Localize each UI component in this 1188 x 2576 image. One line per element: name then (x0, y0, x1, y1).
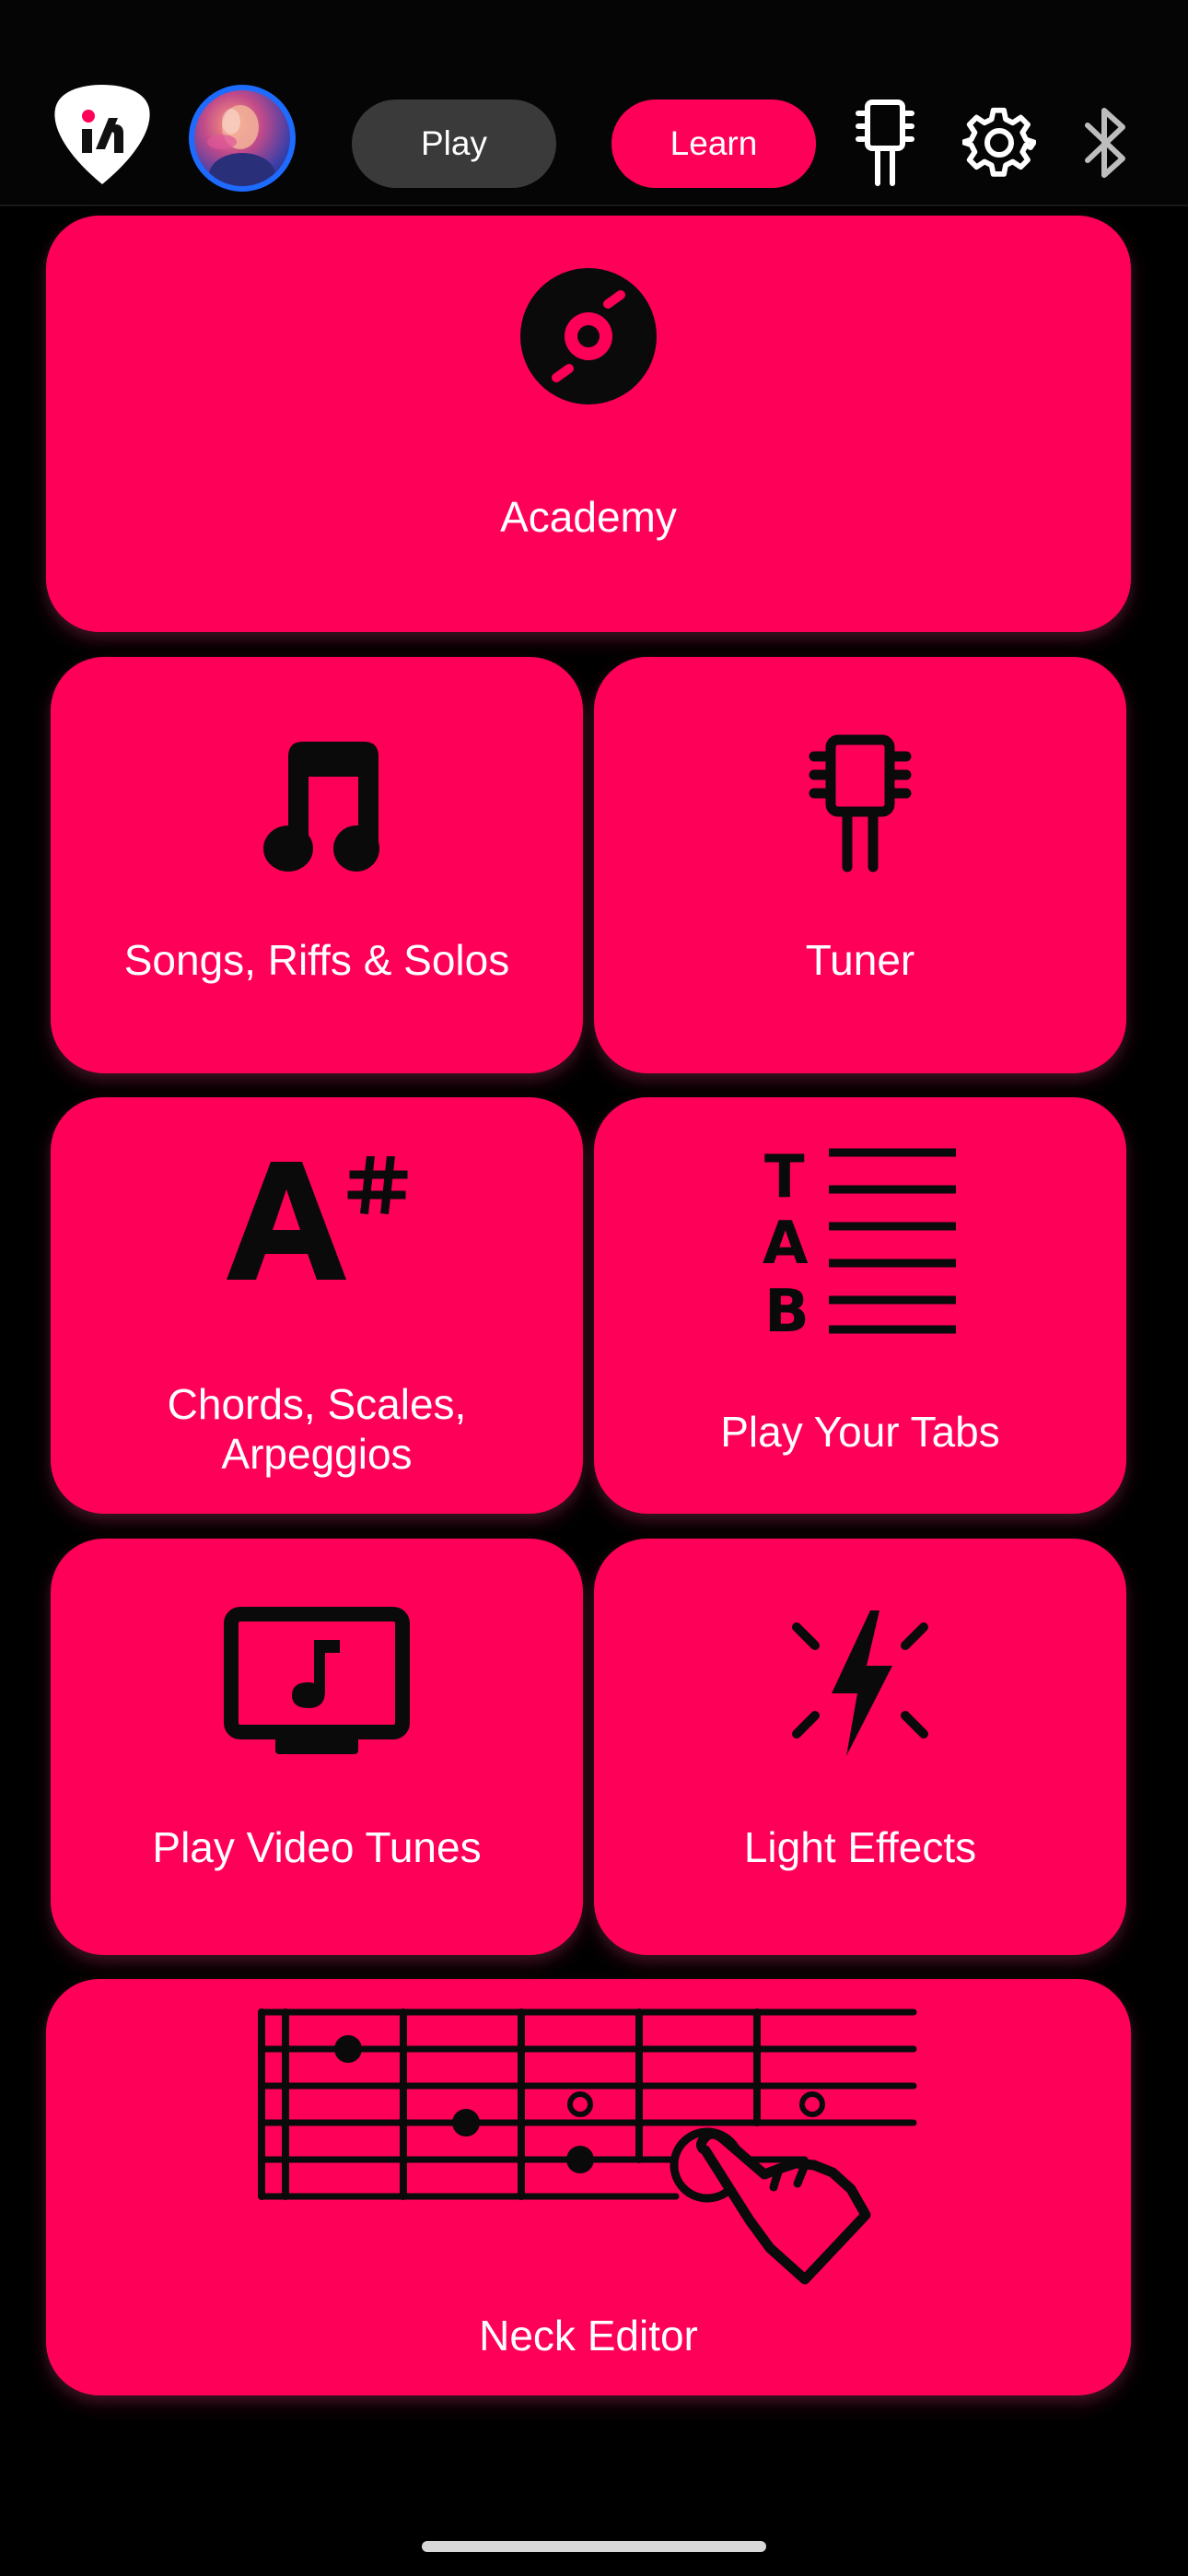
tabs-label: Play Your Tabs (720, 1408, 1000, 1456)
learn-screen: Play Learn Academy Songs, Riffs & Solos … (0, 0, 1188, 2576)
top-bar: Play Learn (0, 0, 1188, 206)
songs-label: Songs, Riffs & Solos (123, 936, 510, 984)
play-tab[interactable]: Play (352, 100, 556, 188)
gear-icon[interactable] (949, 92, 1050, 193)
academy-label: Academy (500, 493, 677, 541)
home-indicator[interactable] (422, 2541, 766, 2552)
a-sharp-icon (225, 1155, 409, 1290)
neck-editor-card[interactable]: Neck Editor (46, 1979, 1131, 2395)
video-label: Play Video Tunes (152, 1823, 482, 1871)
lightning-flash-icon (791, 1605, 929, 1766)
chords-scales-arpeggios-card[interactable]: Chords, Scales, Arpeggios (51, 1097, 583, 1514)
chords-label-line2: Arpeggios (221, 1430, 413, 1478)
chords-label-line1: Chords, Scales, (167, 1380, 467, 1428)
svg-text:B: B (764, 1278, 809, 1341)
music-note-icon (251, 736, 382, 879)
learn-tab-label: Learn (670, 124, 758, 162)
svg-text:T: T (764, 1143, 805, 1212)
tab-staff-icon: T A B (763, 1142, 958, 1346)
academy-card[interactable]: Academy (46, 216, 1131, 632)
light-label: Light Effects (743, 1823, 977, 1871)
learn-tab[interactable]: Learn (611, 100, 816, 188)
tuner-icon[interactable] (834, 92, 936, 193)
play-tab-label: Play (421, 124, 487, 162)
tuner-label: Tuner (805, 936, 915, 984)
tuner-icon (809, 734, 912, 877)
svg-text:A: A (763, 1210, 809, 1278)
light-effects-card[interactable]: Light Effects (594, 1539, 1126, 1955)
play-your-tabs-card[interactable]: T A B Play Your Tabs (594, 1097, 1126, 1514)
bluetooth-icon[interactable] (1055, 92, 1157, 193)
play-video-tunes-card[interactable]: Play Video Tunes (51, 1539, 583, 1955)
avatar[interactable] (189, 85, 296, 192)
tuner-card[interactable]: Tuner (594, 657, 1126, 1073)
video-music-icon (224, 1607, 410, 1764)
vinyl-record-icon (519, 267, 658, 410)
fretboard-tap-icon (252, 2003, 925, 2293)
chords-label: Chords, Scales, Arpeggios (51, 1379, 583, 1479)
app-logo-icon[interactable] (48, 81, 157, 190)
neck-label: Neck Editor (479, 2312, 698, 2359)
songs-riffs-solos-card[interactable]: Songs, Riffs & Solos (51, 657, 583, 1073)
